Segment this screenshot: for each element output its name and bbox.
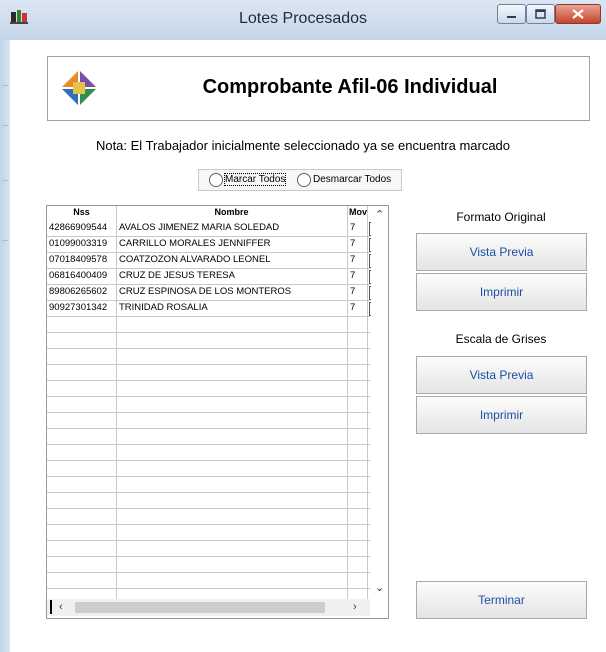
product-logo-icon	[62, 71, 96, 105]
column-divider	[116, 206, 117, 599]
cell-nombre: CRUZ DE JESUS TERESA	[119, 270, 235, 281]
cell-nss: 89806265602	[49, 286, 108, 297]
workers-grid[interactable]: Nss Nombre Mov 42866909544 AVALOS JIMENEZ…	[46, 205, 389, 619]
cell-nss: 90927301342	[49, 302, 108, 313]
close-button[interactable]	[555, 4, 601, 24]
cell-mov: 7	[350, 286, 356, 297]
row-marker	[50, 600, 52, 614]
column-header-mov[interactable]: Mov	[347, 206, 369, 219]
empty-row[interactable]	[47, 412, 370, 429]
column-divider	[347, 206, 348, 599]
mark-all-label[interactable]: Marcar Todos	[223, 173, 287, 186]
escala-grises-label: Escala de Grises	[455, 332, 547, 346]
scroll-down-icon[interactable]: ⌄	[375, 581, 384, 594]
scroll-right-icon[interactable]: ›	[353, 601, 357, 613]
maximize-icon	[535, 9, 546, 19]
cell-mov: 7	[350, 238, 356, 249]
window-frame	[0, 40, 10, 652]
mark-all-radio[interactable]	[209, 173, 223, 187]
empty-row[interactable]	[47, 492, 370, 509]
grayscale-print-button[interactable]: Imprimir	[416, 396, 587, 434]
cell-nombre: COATZOZON ALVARADO LEONEL	[119, 254, 271, 265]
table-row[interactable]: 07018409578 COATZOZON ALVARADO LEONEL 7	[47, 252, 383, 269]
cell-mov: 7	[350, 254, 356, 265]
cell-nss: 42866909544	[49, 222, 108, 233]
empty-row[interactable]	[47, 476, 370, 493]
cell-nss: 07018409578	[49, 254, 108, 265]
original-print-button[interactable]: Imprimir	[416, 273, 587, 311]
empty-row[interactable]	[47, 428, 370, 445]
empty-row[interactable]	[47, 460, 370, 477]
empty-row[interactable]	[47, 508, 370, 525]
maximize-button[interactable]	[526, 4, 555, 24]
empty-row[interactable]	[47, 524, 370, 541]
empty-row[interactable]	[47, 364, 370, 381]
finish-button[interactable]: Terminar	[416, 581, 587, 619]
cell-nss: 01099003319	[49, 238, 108, 249]
cell-mov: 7	[350, 302, 356, 313]
unmark-all-radio[interactable]	[297, 173, 311, 187]
selection-radio-group: Marcar Todos Desmarcar Todos	[198, 169, 402, 191]
horizontal-scrollbar[interactable]: ‹ ›	[47, 599, 370, 616]
grayscale-preview-button[interactable]: Vista Previa	[416, 356, 587, 394]
cell-nombre: CRUZ ESPINOSA DE LOS MONTEROS	[119, 286, 292, 297]
table-row[interactable]: 42866909544 AVALOS JIMENEZ MARIA SOLEDAD 7	[47, 220, 383, 237]
column-header-nombre[interactable]: Nombre	[116, 206, 347, 219]
cell-nombre: TRINIDAD ROSALIA	[119, 302, 208, 313]
column-header-nss[interactable]: Nss	[47, 206, 116, 219]
empty-row[interactable]	[47, 348, 370, 365]
empty-row[interactable]	[47, 540, 370, 557]
cell-nombre: CARRILLO MORALES JENNIFFER	[119, 238, 271, 249]
empty-row[interactable]	[47, 572, 370, 589]
original-preview-button[interactable]: Vista Previa	[416, 233, 587, 271]
page-title: Comprobante Afil-06 Individual	[202, 76, 498, 98]
minimize-icon	[507, 16, 516, 18]
unmark-all-label[interactable]: Desmarcar Todos	[313, 174, 391, 185]
cell-nss: 06816400409	[49, 270, 108, 281]
formato-original-label: Formato Original	[456, 210, 546, 224]
table-row[interactable]: 89806265602 CRUZ ESPINOSA DE LOS MONTEROS…	[47, 284, 383, 301]
empty-row[interactable]	[47, 444, 370, 461]
table-row[interactable]: 90927301342 TRINIDAD ROSALIA 7	[47, 300, 383, 317]
scroll-up-icon[interactable]: ⌃	[375, 208, 384, 221]
column-divider	[367, 206, 368, 599]
empty-row[interactable]	[47, 316, 370, 333]
empty-row[interactable]	[47, 380, 370, 397]
empty-row[interactable]	[47, 396, 370, 413]
cell-nombre: AVALOS JIMENEZ MARIA SOLEDAD	[119, 222, 280, 233]
table-row[interactable]: 01099003319 CARRILLO MORALES JENNIFFER 7	[47, 236, 383, 253]
empty-row[interactable]	[47, 556, 370, 573]
vertical-scrollbar[interactable]: ⌃ ⌄	[371, 206, 388, 599]
empty-row[interactable]	[47, 332, 370, 349]
scroll-thumb[interactable]	[75, 602, 325, 613]
cell-mov: 7	[350, 270, 356, 281]
cell-mov: 7	[350, 222, 356, 233]
note-text: Nota: El Trabajador inicialmente selecci…	[95, 138, 511, 153]
title-bar[interactable]: Lotes Procesados	[0, 0, 606, 40]
table-row[interactable]: 06816400409 CRUZ DE JESUS TERESA 7	[47, 268, 383, 285]
minimize-button[interactable]	[497, 4, 526, 24]
close-icon	[572, 9, 584, 19]
scroll-left-icon[interactable]: ‹	[59, 601, 63, 613]
